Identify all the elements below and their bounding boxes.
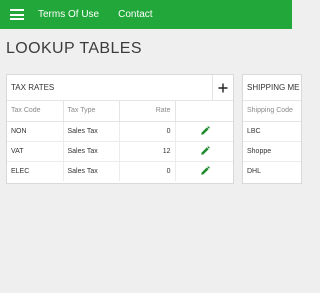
add-tax-rate-button[interactable] (212, 75, 233, 100)
shipping-methods-table: Shipping Code LBC Shoppe DHL (243, 101, 301, 181)
table-header-row: Tax Code Tax Type Rate (7, 101, 233, 122)
tax-code-cell: ELEC (7, 161, 64, 181)
table-row: VAT Sales Tax 12 (7, 141, 233, 162)
top-navbar: Terms Of Use Contact (0, 0, 292, 29)
hamburger-menu-icon[interactable] (10, 9, 24, 20)
tax-rates-header: TAX RATES (7, 75, 233, 101)
column-header-actions (175, 101, 233, 122)
table-header-row: Shipping Code (243, 101, 301, 122)
table-row: NON Sales Tax 0 (7, 121, 233, 142)
pencil-edit-icon[interactable] (200, 146, 211, 156)
shipping-code-cell: DHL (247, 167, 262, 175)
tax-code-cell: NON (7, 121, 64, 142)
shipping-methods-card: SHIPPING ME Shipping Code LBC Shoppe DHL (242, 74, 302, 184)
column-header-tax-code: Tax Code (7, 101, 64, 122)
shipping-methods-header: SHIPPING ME (243, 75, 301, 101)
tax-type-cell: Sales Tax (63, 141, 120, 162)
nav-link-terms-of-use[interactable]: Terms Of Use (38, 9, 99, 20)
edit-cell (175, 121, 233, 142)
column-header-tax-type: Tax Type (63, 101, 120, 122)
page-title: LOOKUP TABLES (6, 40, 142, 57)
pencil-edit-icon[interactable] (200, 166, 211, 176)
rate-cell: 12 (119, 141, 176, 162)
shipping-methods-title: SHIPPING ME (247, 83, 300, 92)
table-row: LBC (243, 121, 301, 142)
table-row: ELEC Sales Tax 0 (7, 161, 233, 181)
pencil-edit-icon[interactable] (200, 126, 211, 136)
rate-cell: 0 (119, 121, 176, 142)
column-header-shipping-code: Shipping Code (243, 101, 301, 122)
tax-type-cell: Sales Tax (63, 121, 120, 142)
tax-code-cell: VAT (7, 141, 64, 162)
rate-cell: 0 (119, 161, 176, 181)
edit-cell (175, 161, 233, 181)
table-row: Shoppe (243, 141, 301, 162)
tax-type-cell: Sales Tax (63, 161, 120, 181)
shipping-code-cell: LBC (243, 121, 301, 142)
table-row: DHL (243, 161, 301, 181)
tax-rates-title: TAX RATES (11, 83, 55, 92)
edit-cell (175, 141, 233, 162)
column-header-rate: Rate (119, 101, 176, 122)
shipping-code-cell: Shoppe (243, 141, 301, 162)
plus-icon (218, 83, 228, 92)
nav-link-contact[interactable]: Contact (118, 9, 152, 20)
tax-rates-table: Tax Code Tax Type Rate NON Sales Tax 0 V… (7, 101, 233, 181)
tax-rates-card: TAX RATES Tax Code Tax Type Rate NON Sal… (6, 74, 234, 184)
